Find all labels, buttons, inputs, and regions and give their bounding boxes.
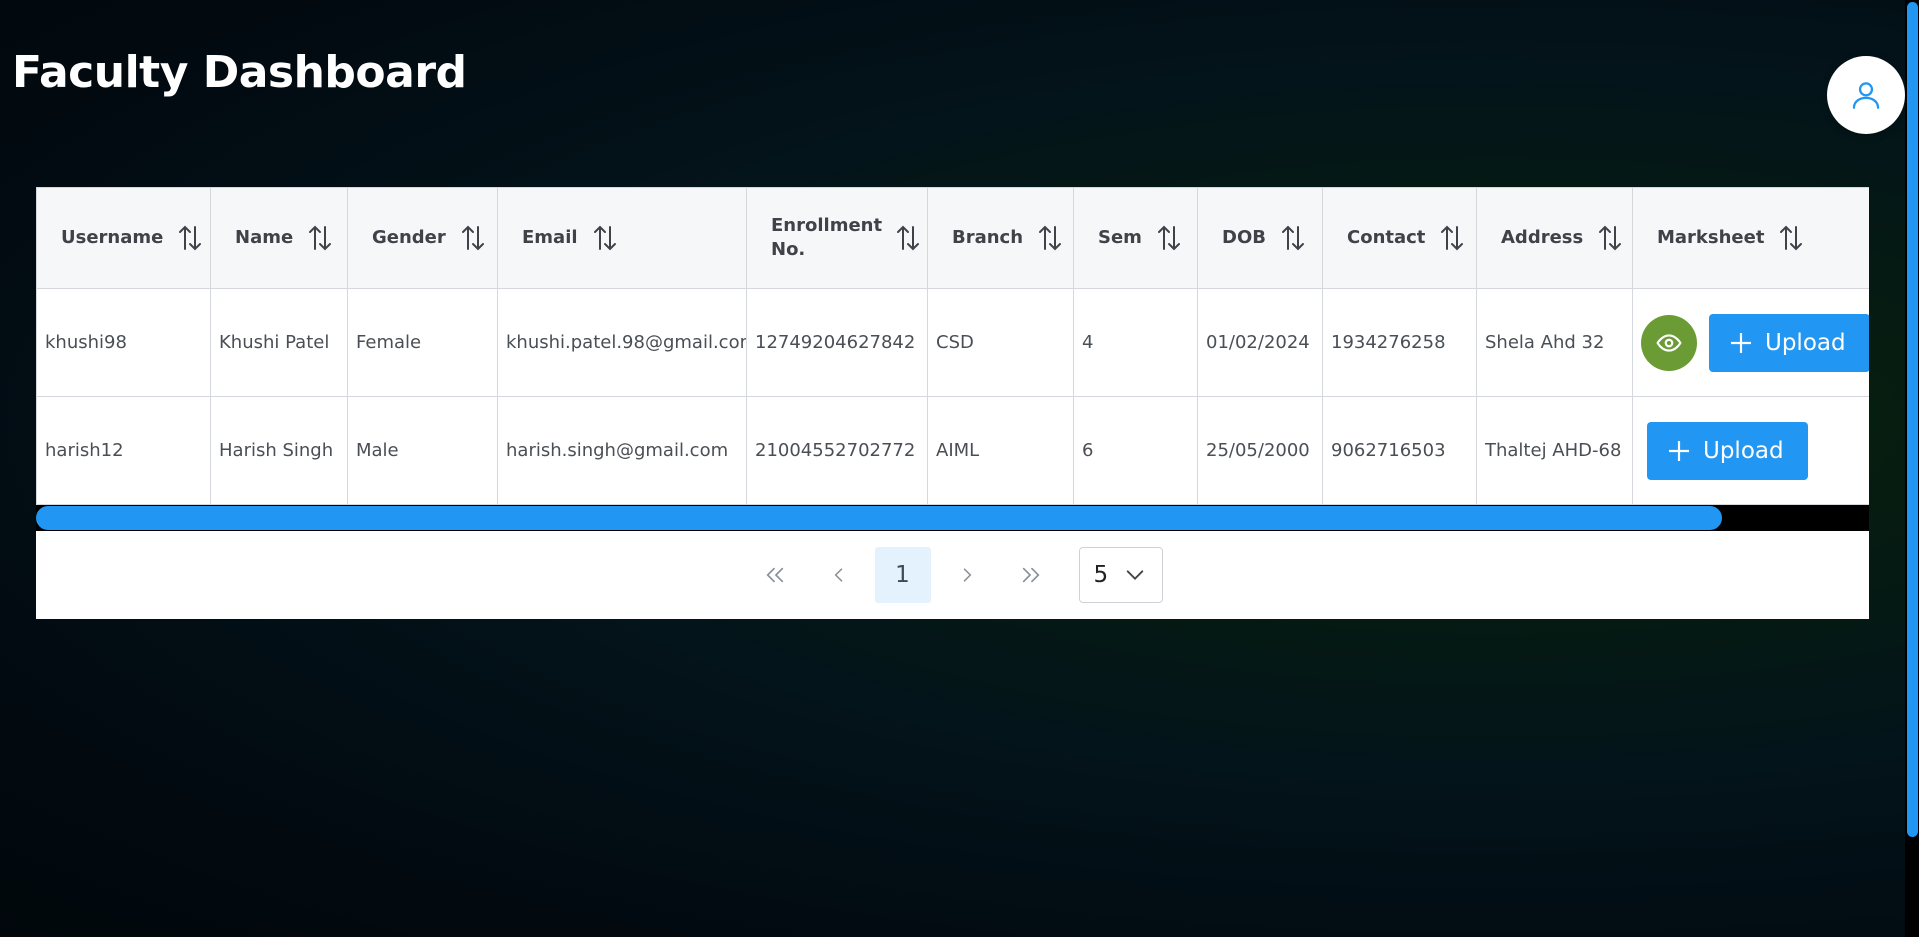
cell-enrollment: 12749204627842: [746, 288, 928, 397]
page-title: Faculty Dashboard: [12, 47, 467, 98]
cell-sem: 4: [1073, 288, 1198, 397]
cell-dob: 25/05/2000: [1197, 396, 1323, 505]
column-header-gender[interactable]: Gender: [347, 187, 498, 289]
pagination: 1 5: [36, 531, 1869, 619]
column-header-sem[interactable]: Sem: [1073, 187, 1198, 289]
column-header-name[interactable]: Name: [210, 187, 348, 289]
last-page-button[interactable]: [1003, 547, 1059, 603]
column-header-branch[interactable]: Branch: [927, 187, 1074, 289]
students-table-card: Username Name Gender Email Enrollment No…: [36, 187, 1869, 619]
table-scrollbar-thumb[interactable]: [36, 506, 1722, 530]
students-table: Username Name Gender Email Enrollment No…: [36, 187, 1869, 505]
chevron-down-icon: [1126, 570, 1143, 580]
prev-page-button[interactable]: [811, 547, 867, 603]
cell-contact: 9062716503: [1322, 396, 1477, 505]
upload-marksheet-button[interactable]: Upload: [1709, 313, 1869, 372]
sort-arrows-icon[interactable]: [1280, 224, 1306, 252]
eye-icon: [1656, 333, 1682, 352]
table-header-row: Username Name Gender Email Enrollment No…: [36, 187, 1869, 289]
sort-arrows-icon[interactable]: [460, 224, 486, 252]
sort-arrows-icon[interactable]: [1156, 224, 1182, 252]
column-header-address[interactable]: Address: [1476, 187, 1633, 289]
sort-arrows-icon[interactable]: [1037, 224, 1063, 252]
upload-label: Upload: [1703, 437, 1784, 464]
cell-contact: 1934276258: [1322, 288, 1477, 397]
view-marksheet-button[interactable]: [1641, 314, 1697, 371]
cell-username: harish12: [36, 396, 211, 505]
cell-name: Harish Singh: [210, 396, 348, 505]
column-header-username[interactable]: Username: [36, 187, 211, 289]
table-row: harish12 Harish Singh Male harish.singh@…: [36, 396, 1869, 505]
sort-arrows-icon[interactable]: [1778, 224, 1804, 252]
cell-username: khushi98: [36, 288, 211, 397]
page-button-current[interactable]: 1: [874, 547, 931, 603]
cell-gender: Male: [347, 396, 498, 505]
rows-per-page-select[interactable]: 5: [1078, 547, 1163, 603]
rows-per-page-value: 5: [1093, 562, 1109, 588]
cell-branch: AIML: [927, 396, 1074, 505]
sort-arrows-icon[interactable]: [1597, 224, 1623, 252]
page-vertical-scrollbar[interactable]: [1905, 0, 1919, 937]
cell-branch: CSD: [927, 288, 1074, 397]
column-header-marksheet[interactable]: Marksheet: [1632, 187, 1869, 289]
cell-email: harish.singh@gmail.com: [497, 396, 747, 505]
cell-marksheet: Upload: [1632, 396, 1869, 505]
chevron-right-icon: [963, 568, 971, 582]
sort-arrows-icon[interactable]: [895, 224, 921, 252]
column-header-email[interactable]: Email: [497, 187, 747, 289]
cell-name: Khushi Patel: [210, 288, 348, 397]
double-chevron-right-icon: [1022, 567, 1040, 583]
column-header-contact[interactable]: Contact: [1322, 187, 1477, 289]
sort-arrows-icon[interactable]: [177, 224, 203, 252]
plus-icon: [1731, 332, 1751, 353]
cell-dob: 01/02/2024: [1197, 288, 1323, 397]
column-header-dob[interactable]: DOB: [1197, 187, 1323, 289]
sort-arrows-icon[interactable]: [592, 224, 618, 252]
user-icon: [1852, 82, 1880, 109]
cell-sem: 6: [1073, 396, 1198, 505]
table-horizontal-scrollbar[interactable]: [36, 505, 1869, 531]
cell-gender: Female: [347, 288, 498, 397]
profile-button[interactable]: [1827, 56, 1905, 134]
upload-label: Upload: [1765, 329, 1846, 356]
cell-enrollment: 21004552702772: [746, 396, 928, 505]
next-page-button[interactable]: [939, 547, 995, 603]
sort-arrows-icon[interactable]: [307, 224, 333, 252]
table-row: khushi98 Khushi Patel Female khushi.pate…: [36, 288, 1869, 397]
cell-address: Shela Ahd 32: [1476, 288, 1633, 397]
column-header-enrollment[interactable]: Enrollment No.: [746, 187, 928, 289]
upload-marksheet-button[interactable]: Upload: [1647, 421, 1808, 480]
cell-address: Thaltej AHD-68: [1476, 396, 1633, 505]
plus-icon: [1669, 440, 1689, 461]
chevron-left-icon: [834, 568, 842, 582]
first-page-button[interactable]: [747, 547, 803, 603]
cell-email: khushi.patel.98@gmail.com: [497, 288, 747, 397]
sort-arrows-icon[interactable]: [1439, 224, 1465, 252]
double-chevron-left-icon: [765, 567, 783, 583]
page-scrollbar-thumb[interactable]: [1907, 2, 1918, 837]
cell-marksheet: Upload: [1632, 288, 1869, 397]
